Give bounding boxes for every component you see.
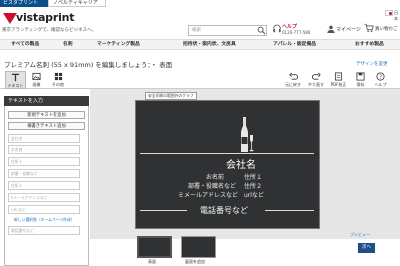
help-icon: ? (376, 72, 385, 81)
more-tool-button[interactable]: その他 (48, 71, 68, 89)
help-button[interactable]: ? ヘルプ (372, 71, 389, 89)
text-tool-button[interactable]: テキスト (5, 71, 26, 89)
card-divider-left (140, 210, 187, 211)
help-phone: 0120-777-586 (282, 30, 311, 35)
help-label[interactable]: ヘルプ (282, 23, 297, 30)
tagline: 東京アランティングで、確認ならビジネスへ。 (2, 28, 97, 33)
change-design-link[interactable]: デザインを変更 (356, 61, 388, 67)
more-tool-label: その他 (52, 82, 64, 87)
undo-button[interactable]: 元に戻す (283, 71, 303, 89)
svg-text:?: ? (379, 75, 382, 81)
company-field[interactable]: 会社名 (8, 134, 80, 143)
nav-invitations[interactable]: 招待状・案内状、文房具 (183, 40, 236, 50)
cart-icon[interactable] (364, 23, 374, 33)
undo-label: 元に戻す (285, 82, 301, 87)
wine-bottle-icon[interactable] (240, 117, 254, 153)
front-thumbnail[interactable] (137, 236, 172, 258)
text-tool-label: テキスト (7, 83, 24, 88)
card-company[interactable]: 会社名 (226, 156, 256, 171)
card-address1[interactable]: 住所１ (244, 172, 262, 181)
department-field[interactable]: 部署・役職など (8, 169, 80, 178)
nav-business-cards[interactable]: 名刺 (63, 40, 73, 50)
front-thumbnail-label: 表面 (148, 259, 156, 264)
nav-recommended[interactable]: おすすめ製品 (355, 40, 384, 50)
logo-icon[interactable] (3, 13, 17, 24)
image-tool-label: 画像 (32, 82, 41, 87)
safe-area-label: 安全印刷の範囲外のグラフ (145, 92, 197, 100)
image-icon (32, 72, 41, 81)
card-email[interactable]: ミメールアドレスなど (178, 190, 238, 199)
card-url[interactable]: urlなど (244, 190, 264, 199)
text-icon (11, 73, 20, 82)
address2-field[interactable]: 住所２ (8, 181, 80, 190)
redo-label: やり直す (308, 82, 324, 87)
card-address2[interactable]: 住所２ (244, 181, 262, 190)
headset-icon[interactable] (273, 24, 281, 34)
url-field[interactable]: URLなど (8, 205, 80, 214)
back-thumbnail-label: 裏面を追加 (185, 259, 205, 264)
nav-all-products[interactable]: すべての製品 (11, 40, 39, 50)
search-input[interactable]: 検索 (188, 25, 267, 36)
address1-field[interactable]: 住所１ (8, 157, 80, 166)
card-divider-right (265, 210, 314, 211)
cart-label[interactable]: 買い物かご (375, 26, 398, 32)
back-thumbnail[interactable] (181, 236, 216, 258)
nav-apparel[interactable]: アパレル・販促備品 (273, 40, 316, 50)
tab-vistaprint[interactable]: ビスタプリント (0, 0, 48, 7)
preview-link[interactable]: プレビュー (350, 232, 370, 238)
add-option-link[interactable]: 新しい選択肢（ホームページ作成） (14, 217, 75, 223)
search-icon[interactable] (257, 26, 266, 35)
next-button[interactable]: 次へ (358, 243, 375, 253)
card-name[interactable]: お名前 (206, 172, 224, 181)
pdf-icon (334, 72, 343, 81)
language-label[interactable]: 日本 (394, 10, 400, 22)
card-divider-top (140, 153, 314, 154)
card-department[interactable]: 部署・役職名など (188, 181, 236, 190)
pdf-proof-button[interactable]: PDF校正 (328, 71, 349, 89)
more-icon (54, 72, 62, 81)
text-panel-title: テキストを入力 (4, 96, 89, 106)
save-icon (356, 72, 365, 81)
nav-marketing[interactable]: マーケティング製品 (97, 40, 140, 50)
mypage-link[interactable]: マイページ (336, 26, 361, 33)
main-nav: すべての製品 名刺 マーケティング製品 招待状・案内状、文房具 アパレル・販促備… (0, 39, 400, 50)
redo-icon (311, 72, 321, 80)
add-new-text-button[interactable]: 新規テキストを追加 (8, 111, 85, 119)
phone-field[interactable]: 電話番号など (8, 226, 80, 235)
save-button[interactable]: 保存 (352, 71, 369, 89)
logo[interactable]: vistaprint (16, 11, 75, 24)
email-field[interactable]: Eメールアドレスなど (8, 193, 80, 202)
undo-icon (288, 72, 298, 80)
add-template-text-button[interactable]: 横書きテキスト追加 (8, 122, 85, 130)
help-label-tool: ヘルプ (374, 82, 387, 87)
card-phone[interactable]: 電話番号など (200, 205, 248, 216)
pdf-proof-label: PDF校正 (330, 82, 347, 87)
redo-button[interactable]: やり直す (306, 71, 326, 89)
name-field[interactable]: お名前 (8, 145, 80, 154)
save-label: 保存 (356, 82, 365, 87)
japan-flag-icon[interactable] (385, 10, 393, 16)
tab-novelty[interactable]: ノベルティキャリア (48, 0, 106, 7)
editor-title: プレミアム名刺 (55 x 91mm) を編集しましょう：・ 表面 (4, 61, 173, 69)
image-tool-button[interactable]: 画像 (27, 71, 46, 89)
user-icon[interactable] (327, 25, 335, 33)
